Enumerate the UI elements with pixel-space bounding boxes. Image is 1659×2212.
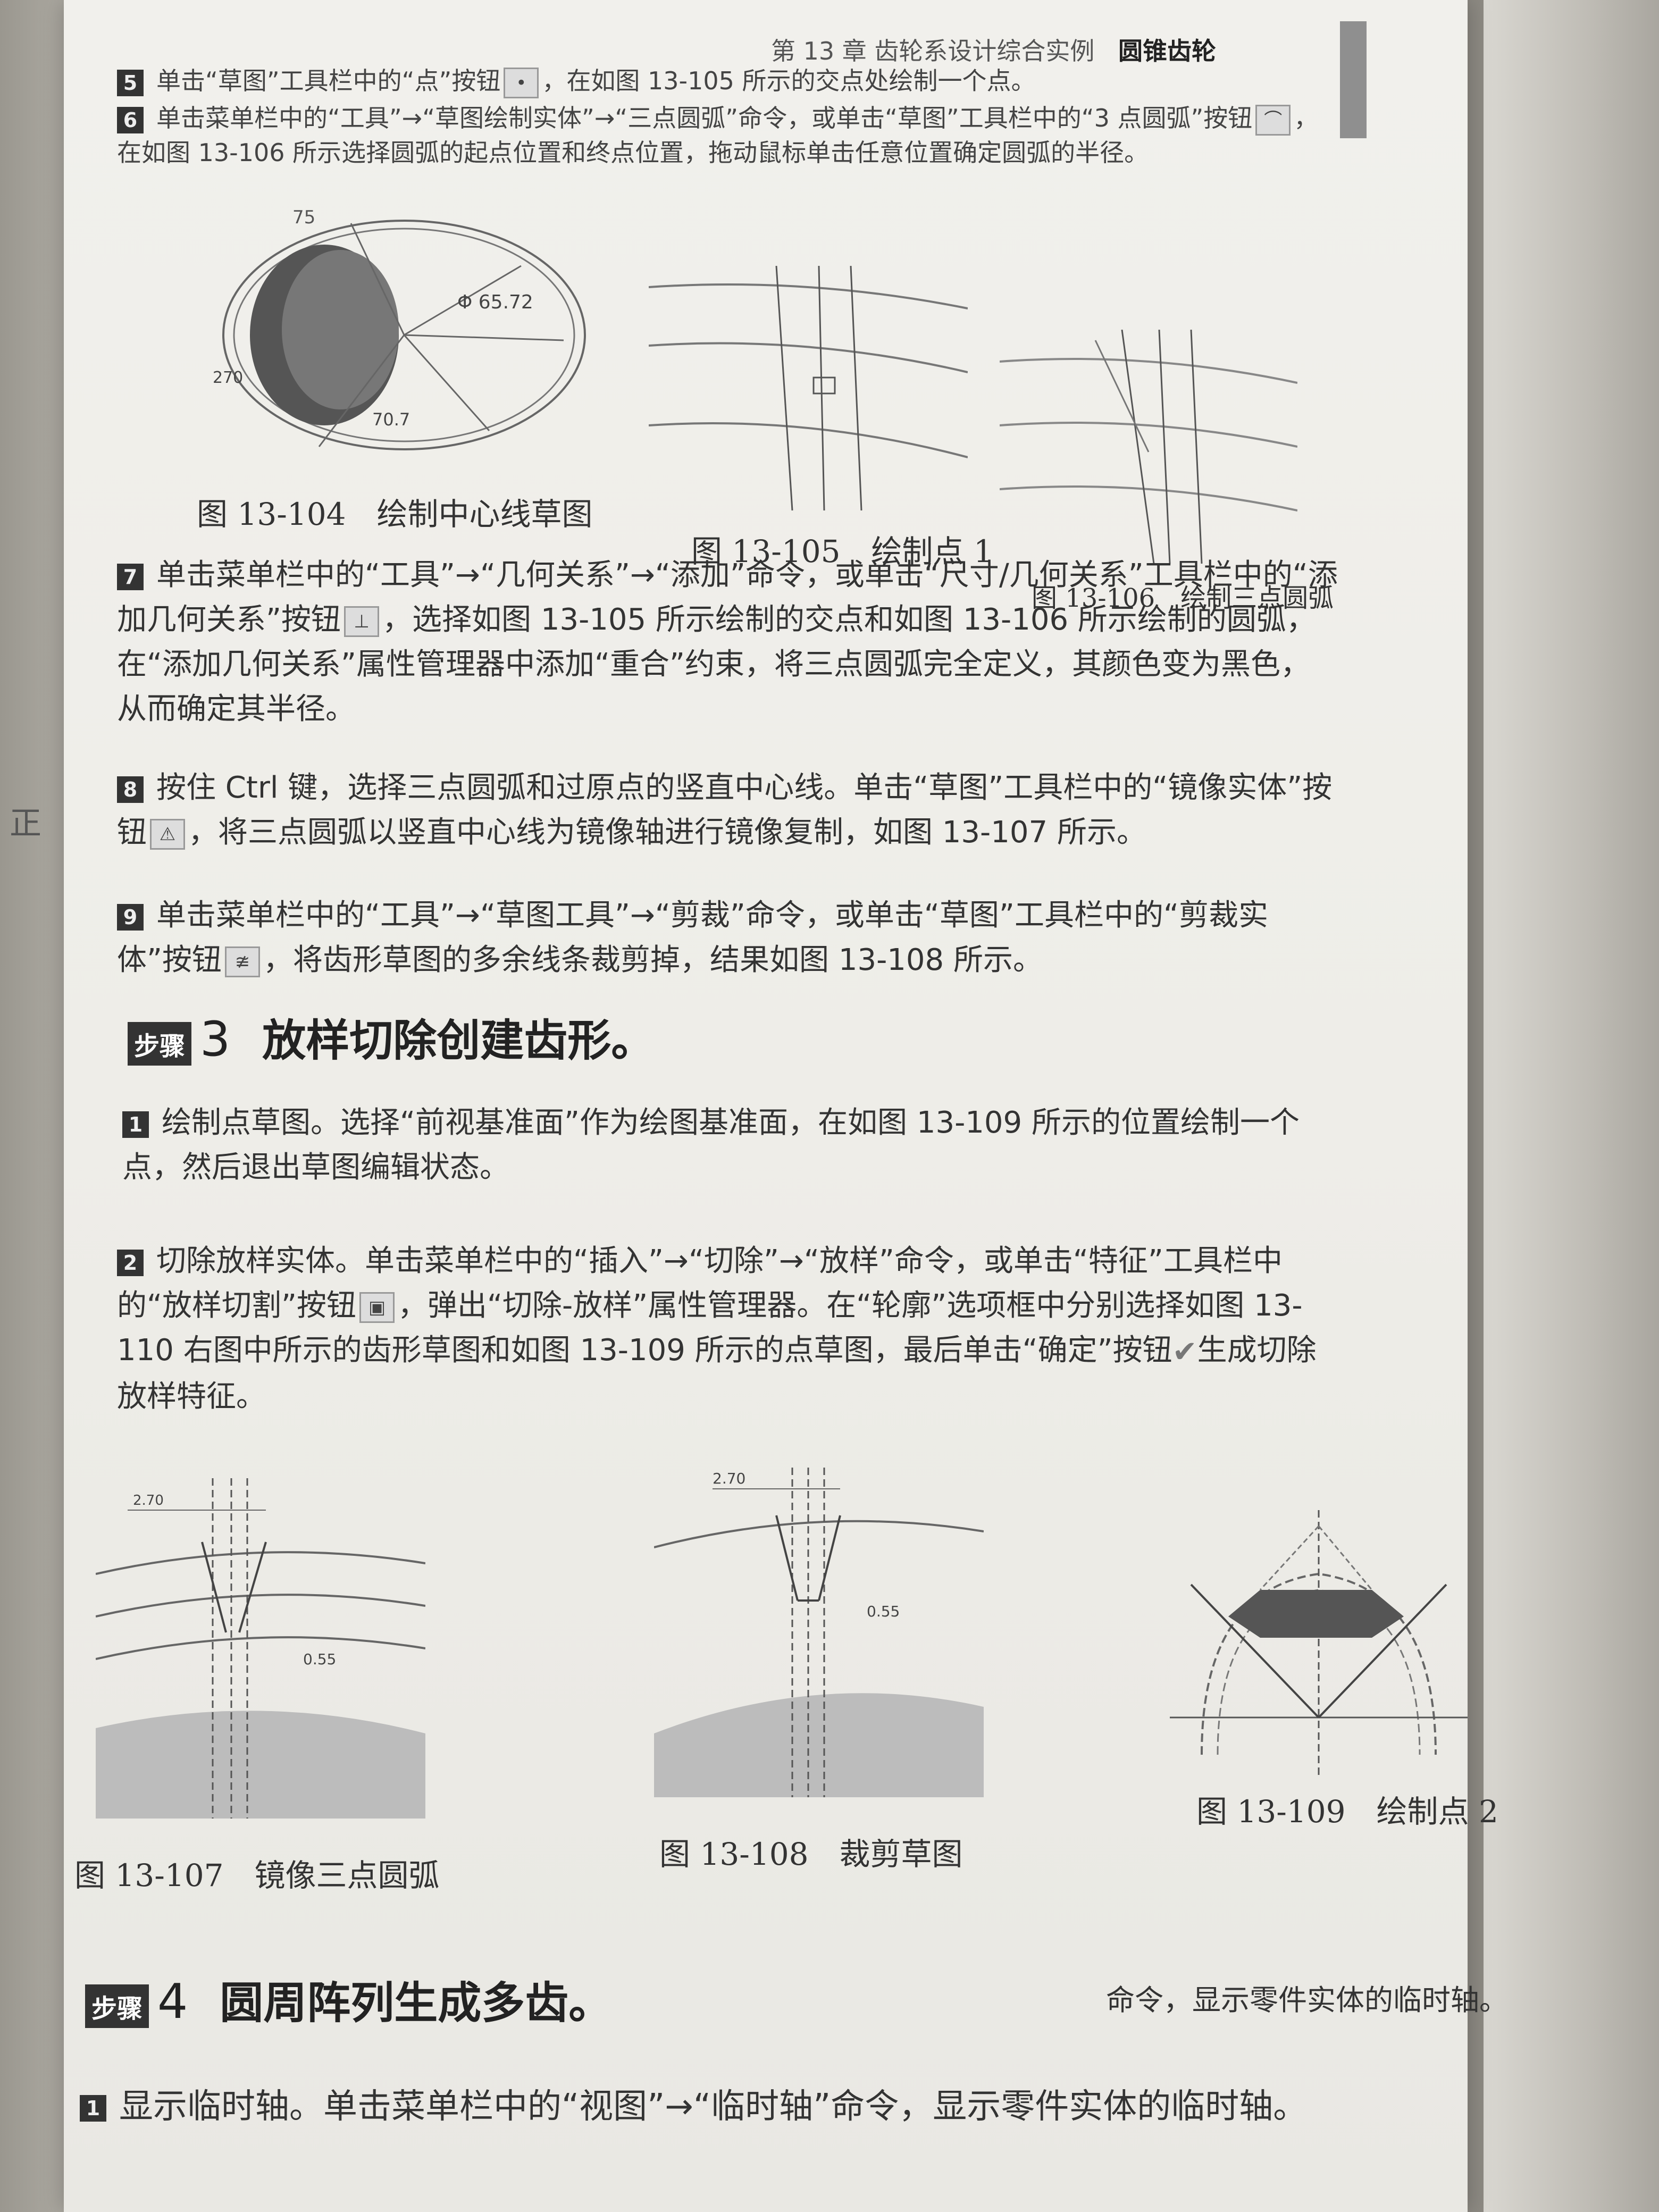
list-item: 2 切除放样实体。单击菜单栏中的“插入”→“切除”→“放样”命令，或单击“特征”工… (117, 1244, 1317, 1414)
step-tag: 步骤 (128, 1021, 192, 1066)
add-relation-button-icon: ⊥ (344, 606, 380, 637)
figure-13-104-centerline-sketch: 75 Φ 65.72 70.7 270 (213, 207, 586, 450)
list-item: 6 单击菜单栏中的“工具”→“草图绘制实体”→“三点圆弧”命令，或单击“草图”工具… (117, 104, 1319, 167)
trim-button-icon: ≇ (225, 946, 261, 977)
item-number: 5 (117, 69, 144, 96)
step-heading: 步骤 3 放样切除创建齿形。 (128, 1005, 655, 1068)
chapter-number: 第 13 章 (771, 37, 867, 65)
running-head: 第 13 章 齿轮系设计综合实例 圆锥齿轮 (771, 32, 1216, 67)
dim-label: 0.55 (303, 1650, 336, 1668)
dim-label: 270 (213, 368, 243, 387)
step-title: 放样切除创建齿形。 (262, 1016, 655, 1066)
section-title: 圆锥齿轮 (1118, 37, 1217, 65)
dim-label: 2.70 (133, 1493, 164, 1509)
dim-label: 70.7 (372, 409, 410, 430)
step-number: 3 (200, 1011, 231, 1067)
item-number: 2 (117, 1249, 144, 1276)
list-item: 9 单击菜单栏中的“工具”→“草图工具”→“剪裁”命令，或单击“草图”工具栏中的“… (117, 898, 1268, 977)
item-number: 7 (117, 563, 144, 590)
step-title: 圆周阵列生成多齿。 (220, 1978, 613, 2029)
item-number: 8 (117, 776, 144, 803)
step-tag: 步骤 (85, 1984, 149, 2028)
item-number: 6 (117, 106, 144, 133)
dim-label: 0.55 (867, 1603, 900, 1620)
book-page-edge (1484, 0, 1659, 2212)
figure-caption: 图 13-104 绘制中心线草图 (197, 496, 593, 532)
mirror-button-icon: ⚠ (150, 818, 185, 850)
figure-13-106-three-point-arc (1000, 330, 1297, 564)
list-item: 8 按住 Ctrl 键，选择三点圆弧和过原点的竖直中心线。单击“草图”工具栏中的“… (117, 770, 1333, 850)
dim-label: 2.70 (713, 1470, 745, 1487)
step-heading: 步骤 4 圆周阵列生成多齿。 (85, 1967, 612, 2031)
margin-text: 正 (10, 805, 41, 842)
list-item: 5 单击“草图”工具栏中的“点”按钮 • ，在如图 13-105 所示的交点处绘制一个… (117, 64, 1340, 98)
figure-caption: 图 13-108 裁剪草图 (659, 1836, 963, 1872)
figure-13-109-draw-point-2 (1170, 1510, 1468, 1776)
dim-label: 75 (292, 207, 315, 228)
figure-13-105-draw-point (649, 266, 968, 510)
item-number: 9 (117, 903, 144, 931)
chapter-title: 齿轮系设计综合实例 (874, 37, 1095, 65)
dim-label: Φ 65.72 (457, 291, 533, 313)
figure-caption: 图 13-107 镜像三点圆弧 (74, 1857, 440, 1893)
list-item: 7 单击菜单栏中的“工具”→“几何关系”→“添加”命令，或单击“尺寸/几何关系”工… (117, 558, 1338, 726)
chapter-tab (1340, 21, 1367, 138)
figure-caption: 图 13-109 绘制点 2 (1196, 1794, 1498, 1830)
list-item: 1 绘制点草图。选择“前视基准面”作为绘图基准面，在如图 13-109 所示的位置… (122, 1105, 1300, 1185)
item-number: 1 (122, 1111, 149, 1138)
step4-trailing-text: 命令，显示零件实体的临时轴。 (1106, 1983, 1508, 2017)
figure-13-108-trim-sketch: 2.70 0.55 (654, 1468, 984, 1797)
figure-13-107-mirror-arc: 2.70 0.55 (96, 1478, 425, 1819)
arc-button-icon: ⌒ (1255, 104, 1291, 136)
item-number: 1 (80, 2095, 106, 2122)
loft-cut-button-icon: ▣ (359, 1292, 395, 1323)
step-number: 4 (157, 1974, 188, 2030)
check-icon: ✔ (1172, 1334, 1197, 1369)
list-item: 1 显示临时轴。单击菜单栏中的“视图”→“临时轴”命令，显示零件实体的临时轴。 (80, 2084, 1515, 2129)
point-button-icon: • (504, 67, 539, 98)
